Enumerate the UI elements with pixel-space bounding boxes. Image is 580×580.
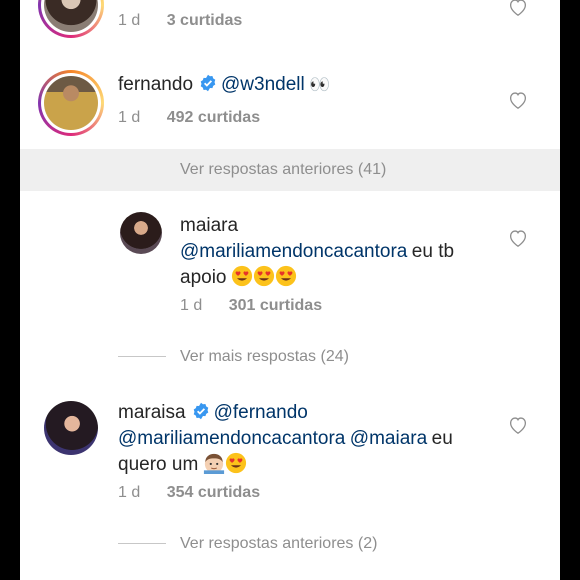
heart-eyes-emoji-icon (275, 265, 297, 287)
avatar-maiara[interactable] (120, 212, 162, 254)
comment-time: 1 d (118, 109, 141, 126)
comment-text: quero um (118, 454, 199, 475)
like-count[interactable]: 492 curtidas (167, 109, 260, 126)
emoji-text: 👀 (309, 75, 331, 94)
like-heart-icon[interactable] (508, 91, 528, 109)
view-previous-replies-link[interactable]: Ver respostas anteriores (2) (180, 535, 377, 553)
avatar-maraisa[interactable] (44, 401, 98, 455)
avatar-fernando[interactable] (38, 70, 104, 136)
comment-meta: 1 d 3 curtidas (118, 12, 242, 30)
comment-time: 1 d (180, 297, 203, 314)
mention-link[interactable]: @w3ndell (221, 74, 305, 95)
comment-meta: 1 d 301 curtidas (180, 297, 322, 315)
replies-divider (118, 356, 166, 357)
comment-text: eu tb (411, 241, 455, 262)
comment-meta: 1 d 492 curtidas (118, 109, 260, 127)
comment-time: 1 d (118, 12, 141, 29)
avatar[interactable] (38, 0, 104, 38)
verified-icon (193, 402, 208, 420)
comment-text: eu (431, 428, 453, 449)
like-heart-icon[interactable] (508, 416, 528, 434)
username[interactable]: maraisa (118, 402, 186, 423)
comments-screen: 1 d 3 curtidas fernando @w3ndell 👀 1 d 49… (20, 0, 560, 580)
heart-eyes-emoji-icon (225, 452, 246, 474)
man-face-emoji-icon (203, 453, 224, 474)
heart-eyes-emoji-icon (231, 265, 253, 287)
view-more-replies-link[interactable]: Ver mais respostas (24) (180, 348, 349, 366)
view-previous-replies-row[interactable]: Ver respostas anteriores (41) (20, 149, 560, 191)
verified-icon (200, 74, 216, 92)
mention-link[interactable]: @mariliamendoncacantora (180, 241, 407, 262)
replies-divider (118, 543, 166, 544)
mention-link[interactable]: @fernando (214, 402, 308, 423)
heart-eyes-emoji-icon (253, 265, 275, 287)
mention-link[interactable]: @maiara (350, 428, 427, 449)
username[interactable]: fernando (118, 74, 193, 95)
reply-maiara-text: maiara @mariliamendoncacantora eu tb apo… (180, 213, 520, 291)
like-count[interactable]: 354 curtidas (167, 484, 260, 501)
comment-maraisa-text: maraisa @fernando @mariliamendoncacantora… (118, 400, 508, 478)
comment-text: apoio (180, 267, 227, 288)
username[interactable]: maiara (180, 215, 238, 236)
view-previous-replies-link[interactable]: Ver respostas anteriores (41) (180, 161, 386, 179)
comment-time: 1 d (118, 484, 141, 501)
comment-fernando-text: fernando @w3ndell 👀 (118, 74, 330, 96)
mention-link[interactable]: @mariliamendoncacantora (118, 428, 345, 449)
like-count[interactable]: 301 curtidas (229, 297, 322, 314)
like-heart-icon[interactable] (508, 0, 528, 16)
like-heart-icon[interactable] (508, 229, 528, 247)
like-count[interactable]: 3 curtidas (167, 12, 243, 29)
comment-meta: 1 d 354 curtidas (118, 484, 260, 502)
